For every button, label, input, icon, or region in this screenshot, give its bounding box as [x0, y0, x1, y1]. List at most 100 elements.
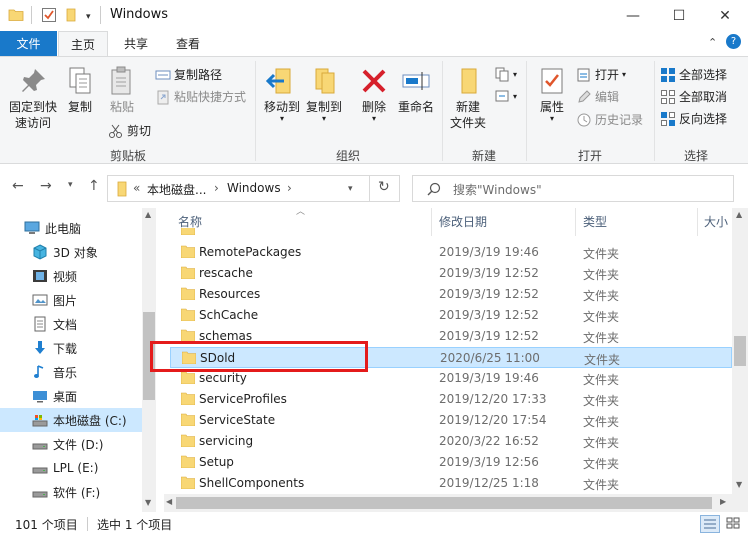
- search-box[interactable]: 搜索"Windows": [412, 175, 734, 202]
- move-to-button[interactable]: 移动到 ▾: [262, 65, 302, 123]
- file-list-scrollbar[interactable]: ▲ ▼: [732, 208, 748, 512]
- folder-icon: [181, 413, 195, 426]
- details-view-icon: [704, 519, 716, 529]
- pin-to-quick-access-button[interactable]: 固定到快 速访问: [6, 65, 60, 131]
- folder-icon: [181, 434, 195, 447]
- search-input[interactable]: 搜索"Windows": [453, 181, 542, 198]
- copy-button[interactable]: 复制: [62, 65, 98, 115]
- properties-icon: [541, 68, 563, 94]
- scroll-down-icon[interactable]: ▼: [736, 480, 742, 489]
- new-folder-button[interactable]: 新建 文件夹: [446, 65, 490, 131]
- close-button[interactable]: ✕: [702, 0, 748, 31]
- nav-item-desktop[interactable]: 桌面: [0, 384, 142, 408]
- invert-selection-button[interactable]: 反向选择: [660, 110, 727, 127]
- nav-item-drive-e[interactable]: LPL (E:): [0, 456, 142, 480]
- table-row[interactable]: ServiceState 2019/12/20 17:54 文件夹: [170, 410, 732, 431]
- properties-button[interactable]: 属性 ▾: [532, 65, 572, 123]
- details-view-button[interactable]: [700, 515, 720, 533]
- cut-button[interactable]: 剪切: [108, 122, 151, 139]
- history-button[interactable]: 历史记录: [576, 111, 643, 128]
- address-segment-local-disk[interactable]: 本地磁盘...: [147, 181, 206, 198]
- table-row[interactable]: RemotePackages 2019/3/19 19:46 文件夹: [170, 242, 732, 263]
- nav-item-videos[interactable]: 视频: [0, 264, 142, 288]
- large-icons-view-button[interactable]: [724, 515, 744, 533]
- paste-label: 粘贴: [109, 100, 134, 114]
- table-row[interactable]: ServiceProfiles 2019/12/20 17:33 文件夹: [170, 389, 732, 410]
- delete-button[interactable]: 删除 ▾: [356, 65, 392, 123]
- edit-label: 编辑: [595, 90, 620, 104]
- customize-quick-access-dropdown[interactable]: ▾: [86, 12, 91, 22]
- address-separator[interactable]: ›: [287, 181, 292, 195]
- nav-item-drive-f[interactable]: 软件 (F:): [0, 480, 142, 504]
- folder-icon: [181, 392, 195, 405]
- nav-item-local-disk-c[interactable]: 本地磁盘 (C:): [0, 408, 142, 432]
- help-icon[interactable]: ?: [726, 34, 741, 49]
- easy-access-button[interactable]: ▾: [494, 88, 517, 104]
- minimize-button[interactable]: —: [610, 0, 656, 31]
- forward-arrow-icon[interactable]: →: [40, 178, 52, 194]
- address-dropdown-icon[interactable]: ▾: [348, 184, 353, 194]
- table-row[interactable]: rescache 2019/3/19 12:52 文件夹: [170, 263, 732, 284]
- address-segment-windows[interactable]: Windows: [227, 181, 281, 195]
- new-folder-quick-icon[interactable]: [65, 7, 81, 23]
- scroll-left-icon[interactable]: ◀: [166, 497, 172, 506]
- copy-to-button[interactable]: 复制到 ▾: [304, 65, 344, 123]
- maximize-button[interactable]: ☐: [656, 0, 702, 31]
- nav-item-downloads[interactable]: 下载: [0, 336, 142, 360]
- copy-icon: [69, 67, 91, 94]
- copy-path-button[interactable]: 复制路径: [155, 66, 222, 83]
- scissors-icon: [108, 123, 124, 139]
- paste-shortcut-button[interactable]: 粘贴快捷方式: [155, 88, 246, 105]
- address-separator[interactable]: ›: [214, 181, 219, 195]
- nav-item-music[interactable]: 音乐: [0, 360, 142, 384]
- tab-file[interactable]: 文件: [0, 31, 57, 56]
- nav-item-documents[interactable]: 文档: [0, 312, 142, 336]
- scroll-down-icon[interactable]: ▼: [145, 498, 151, 507]
- move-to-label: 移动到: [263, 100, 300, 114]
- horizontal-scrollbar-thumb[interactable]: [176, 497, 712, 509]
- nav-item-this-pc[interactable]: 此电脑: [0, 216, 142, 240]
- back-arrow-icon[interactable]: ←: [12, 178, 24, 194]
- refresh-icon[interactable]: ↻: [378, 179, 390, 195]
- address-bar[interactable]: « 本地磁盘... › Windows › ▾ ↻: [107, 175, 400, 202]
- table-row[interactable]: Resources 2019/3/19 12:52 文件夹: [170, 284, 732, 305]
- properties-quick-icon[interactable]: [41, 7, 57, 23]
- file-type: 文件夹: [583, 394, 620, 408]
- file-type: 文件夹: [583, 310, 620, 324]
- scroll-up-icon[interactable]: ▲: [736, 210, 742, 219]
- select-none-button[interactable]: 全部取消: [660, 88, 727, 105]
- table-row[interactable]: SchCache 2019/3/19 12:52 文件夹: [170, 305, 732, 326]
- up-arrow-icon[interactable]: ↑: [88, 178, 100, 194]
- folder-icon: [181, 476, 195, 489]
- folder-icon: [181, 455, 195, 468]
- nav-item-pictures[interactable]: 图片: [0, 288, 142, 312]
- nav-item-label: 文档: [53, 317, 78, 332]
- paste-button[interactable]: 粘贴: [104, 65, 140, 115]
- table-row[interactable]: Setup 2019/3/19 12:56 文件夹: [170, 452, 732, 473]
- recent-locations-chevron-icon[interactable]: ▾: [68, 180, 73, 190]
- edit-button[interactable]: 编辑: [576, 88, 619, 105]
- select-all-button[interactable]: 全部选择: [660, 66, 727, 83]
- tab-home[interactable]: 主页: [58, 31, 108, 57]
- nav-item-3d-objects[interactable]: 3D 对象: [0, 240, 142, 264]
- scroll-up-icon[interactable]: ▲: [145, 210, 151, 219]
- table-row[interactable]: servicing 2020/3/22 16:52 文件夹: [170, 431, 732, 452]
- scrollbar-thumb[interactable]: [734, 336, 746, 366]
- tab-view[interactable]: 查看: [164, 31, 212, 56]
- drive-icon: [32, 460, 48, 476]
- address-overflow[interactable]: «: [133, 181, 140, 195]
- file-type: 文件夹: [583, 436, 620, 450]
- new-item-button[interactable]: ▾: [494, 66, 517, 82]
- scroll-right-icon[interactable]: ▶: [720, 497, 726, 506]
- tab-share[interactable]: 共享: [112, 31, 160, 56]
- collapse-ribbon-icon[interactable]: ⌃: [708, 36, 717, 49]
- edit-icon: [576, 89, 592, 105]
- large-icons-view-icon: [726, 517, 740, 529]
- table-row[interactable]: ShellComponents 2019/12/25 1:18 文件夹: [170, 473, 732, 494]
- nav-item-drive-d[interactable]: 文件 (D:): [0, 432, 142, 456]
- rename-button[interactable]: 重命名: [396, 65, 436, 115]
- rename-icon: [402, 72, 430, 90]
- file-list-horizontal-scrollbar[interactable]: ◀ ▶: [164, 494, 732, 512]
- file-date: 2019/3/19 12:52: [439, 287, 539, 301]
- open-button[interactable]: 打开 ▾: [576, 66, 626, 83]
